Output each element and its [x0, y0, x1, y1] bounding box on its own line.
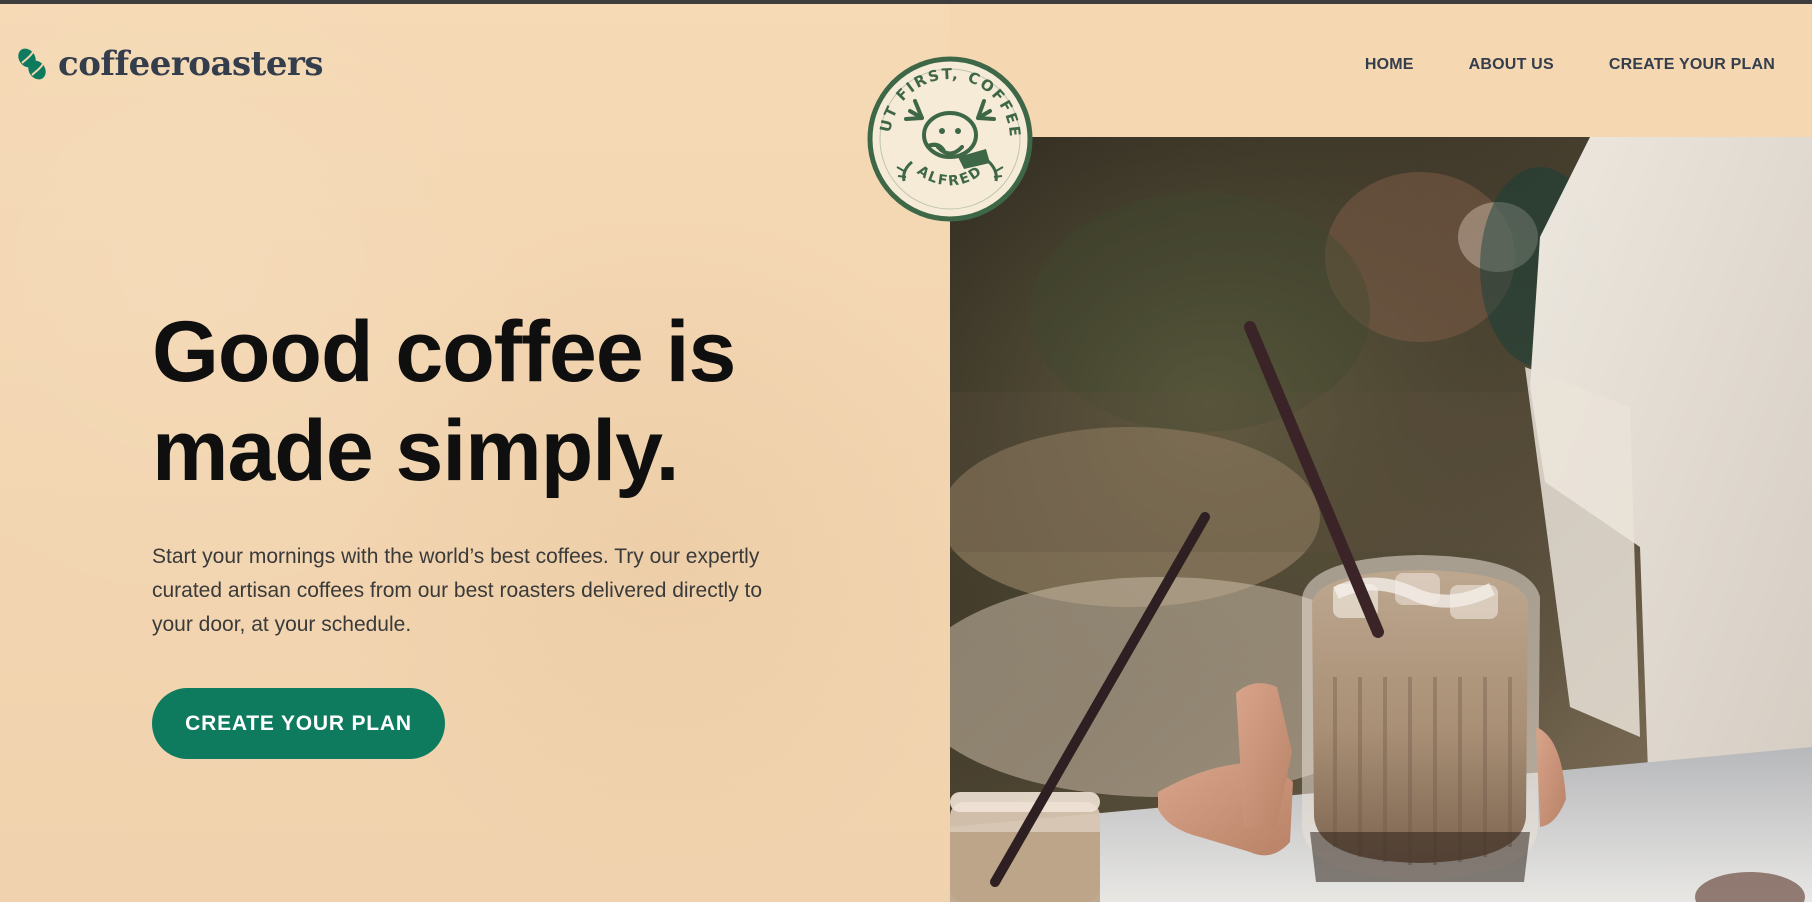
- hero-description: Start your mornings with the world’s bes…: [152, 545, 763, 636]
- hero-headline: Good coffee is made simply.: [152, 303, 792, 501]
- hero-headline-line2: made simply.: [152, 403, 680, 499]
- nav-about-us[interactable]: ABOUT US: [1469, 56, 1554, 74]
- nav-create-plan[interactable]: CREATE YOUR PLAN: [1609, 56, 1775, 74]
- nav-home[interactable]: HOME: [1365, 56, 1414, 74]
- main-nav: HOME ABOUT US CREATE YOUR PLAN: [1310, 56, 1775, 74]
- brand-logo[interactable]: coffeeroasters: [14, 44, 324, 84]
- coffee-badge: BUT FIRST, COFFEE. ALFRED: [866, 55, 1034, 223]
- hero-headline-line1: Good coffee is: [152, 304, 736, 400]
- brand-name: coffeeroasters: [58, 44, 324, 84]
- coffee-bean-icon: [14, 46, 50, 82]
- hero-photo: [950, 137, 1812, 902]
- create-plan-button[interactable]: CREATE YOUR PLAN: [152, 688, 445, 759]
